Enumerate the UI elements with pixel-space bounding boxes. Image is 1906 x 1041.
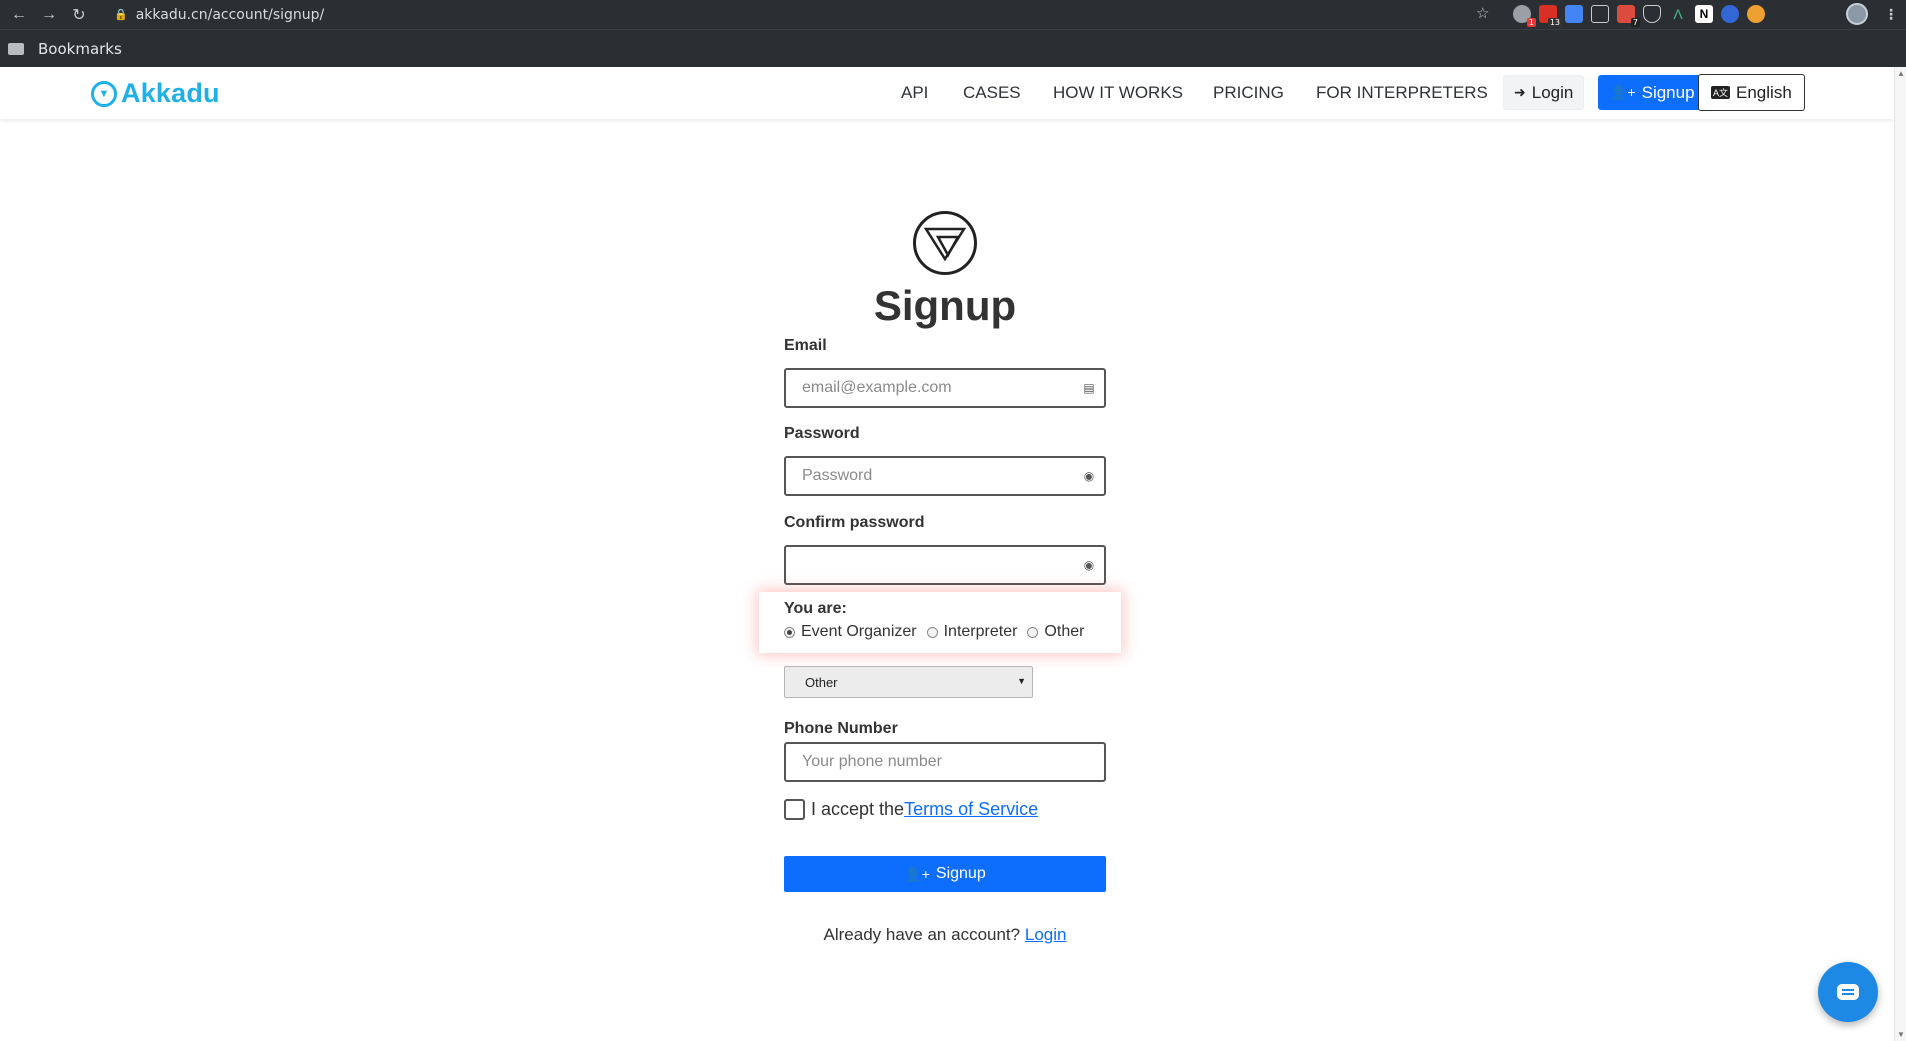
extension-icons: 1 13 7 Λ N [1513, 5, 1765, 27]
signup-submit-button[interactable]: 👤+ Signup [784, 856, 1106, 892]
extension-badge: 13 [1547, 18, 1562, 27]
role-option-other[interactable]: Other [1027, 623, 1084, 641]
pocket-extension-icon[interactable] [1643, 5, 1661, 23]
language-label: English [1736, 82, 1792, 102]
role-option-label: Other [1044, 623, 1085, 640]
email-field[interactable]: email@example.com ▤ [784, 368, 1106, 408]
login-label: Login [1531, 82, 1574, 102]
brand-name: Akkadu [121, 78, 220, 108]
page-title: Signup [873, 282, 1017, 329]
check-extension-icon[interactable] [1721, 5, 1739, 23]
browser-toolbar: ← → ↻ 🔒 akkadu.cn/account/signup/ ☆ 1 13… [0, 0, 1906, 29]
language-icon: A文 [1711, 86, 1731, 99]
radio-button[interactable] [1027, 626, 1039, 638]
phone-label: Phone Number [784, 720, 898, 737]
phone-placeholder: Your phone number [802, 753, 942, 770]
chat-icon [1837, 984, 1859, 1000]
confirm-password-label: Confirm password [784, 514, 925, 531]
role-option-label: Interpreter [943, 623, 1018, 640]
terms-checkbox[interactable] [784, 799, 805, 820]
nav-api[interactable]: API [901, 83, 928, 103]
role-option-label: Event Organizer [801, 623, 917, 640]
key-icon[interactable]: ◉ [1082, 467, 1096, 485]
vue-devtools-icon[interactable]: Λ [1669, 5, 1687, 23]
reader-extension-icon[interactable] [1591, 5, 1609, 23]
password-field[interactable]: Password ◉ [784, 456, 1106, 496]
login-prompt-text: Already have an account? [823, 925, 1021, 944]
login-prompt: Already have an account? Login [0, 925, 1890, 945]
back-icon[interactable]: ← [8, 4, 30, 26]
login-link[interactable]: Login [1025, 925, 1067, 944]
nav-pricing[interactable]: PRICING [1213, 83, 1284, 103]
signup-label: Signup [1641, 82, 1695, 102]
submit-label: Signup [935, 865, 986, 882]
brand-link[interactable]: ▼ Akkadu [91, 78, 220, 109]
nav-how-it-works[interactable]: HOW IT WORKS [1053, 83, 1183, 103]
akkadu-logo-icon: ▼ [91, 80, 117, 107]
extension-badge: 1 [1526, 18, 1536, 27]
phone-field[interactable]: Your phone number [784, 742, 1106, 782]
owl-extension-icon[interactable] [1747, 5, 1765, 23]
profile-avatar[interactable] [1846, 3, 1868, 25]
bookmarks-bar: Bookmarks [0, 29, 1906, 67]
terms-prefix: I accept the [811, 799, 905, 819]
triangles-logo-icon [923, 227, 967, 262]
bookmarks-folder[interactable]: Bookmarks [38, 40, 122, 58]
terms-of-service-link[interactable]: Terms of Service [904, 799, 1038, 819]
browser-menu-icon[interactable]: ⋮ [1884, 6, 1898, 23]
radio-button[interactable] [926, 626, 938, 638]
translate-extension-icon[interactable] [1565, 5, 1583, 23]
address-bar[interactable]: akkadu.cn/account/signup/ [136, 7, 325, 23]
forward-icon[interactable]: → [38, 4, 60, 26]
akkadu-emblem-icon [913, 211, 977, 275]
terms-label: I accept theTerms of Service [811, 799, 1038, 820]
role-selector: You are: Event Organizer Interpreter Oth… [759, 592, 1121, 653]
extension-badge: 7 [1630, 18, 1640, 27]
role-options: Event Organizer Interpreter Other [784, 623, 1094, 641]
user-plus-icon: 👤+ [904, 865, 930, 882]
sign-in-icon: ➜ [1514, 84, 1526, 100]
role-dropdown-value: Other [805, 674, 838, 690]
nav-cases[interactable]: CASES [963, 83, 1021, 103]
nav-for-interpreters[interactable]: FOR INTERPRETERS [1316, 83, 1488, 103]
login-button[interactable]: ➜ Login [1503, 75, 1585, 110]
role-option-interpreter[interactable]: Interpreter [926, 623, 1018, 641]
radio-button[interactable] [784, 626, 795, 638]
calendar-extension-icon[interactable]: 13 [1539, 5, 1562, 27]
chat-widget-button[interactable] [1818, 962, 1878, 1022]
lock-icon: 🔒 [114, 9, 128, 21]
site-header: ▼ Akkadu API CASES HOW IT WORKS PRICING … [0, 67, 1894, 119]
scroll-up-icon[interactable]: ▲ [1897, 69, 1905, 78]
page-scrollbar[interactable]: ▲ ▼ [1894, 67, 1906, 1041]
role-option-event-organizer[interactable]: Event Organizer [784, 623, 917, 641]
role-dropdown[interactable]: Other ▼ [784, 666, 1033, 698]
scroll-down-icon[interactable]: ▼ [1897, 1030, 1905, 1039]
language-button[interactable]: A文 English [1698, 74, 1805, 111]
folder-icon [8, 42, 24, 55]
role-label: You are: [784, 600, 847, 617]
reload-icon[interactable]: ↻ [68, 4, 90, 26]
notion-extension-icon[interactable]: N [1695, 5, 1713, 23]
bookmark-star-icon[interactable]: ☆ [1476, 4, 1489, 22]
signup-nav-button[interactable]: 👤+ Signup [1598, 75, 1707, 110]
todo-extension-icon[interactable]: 7 [1617, 5, 1640, 27]
user-plus-icon: 👤+ [1610, 84, 1636, 100]
email-label: Email [784, 337, 827, 354]
password-placeholder: Password [802, 467, 873, 484]
extension-icon[interactable]: 1 [1513, 5, 1536, 27]
confirm-password-field[interactable]: ◉ [784, 545, 1106, 585]
email-placeholder: email@example.com [802, 379, 952, 396]
password-manager-icon[interactable]: ▤ [1082, 379, 1096, 397]
password-label: Password [784, 425, 860, 442]
chevron-down-icon: ▼ [1017, 676, 1026, 686]
key-icon[interactable]: ◉ [1082, 556, 1096, 574]
